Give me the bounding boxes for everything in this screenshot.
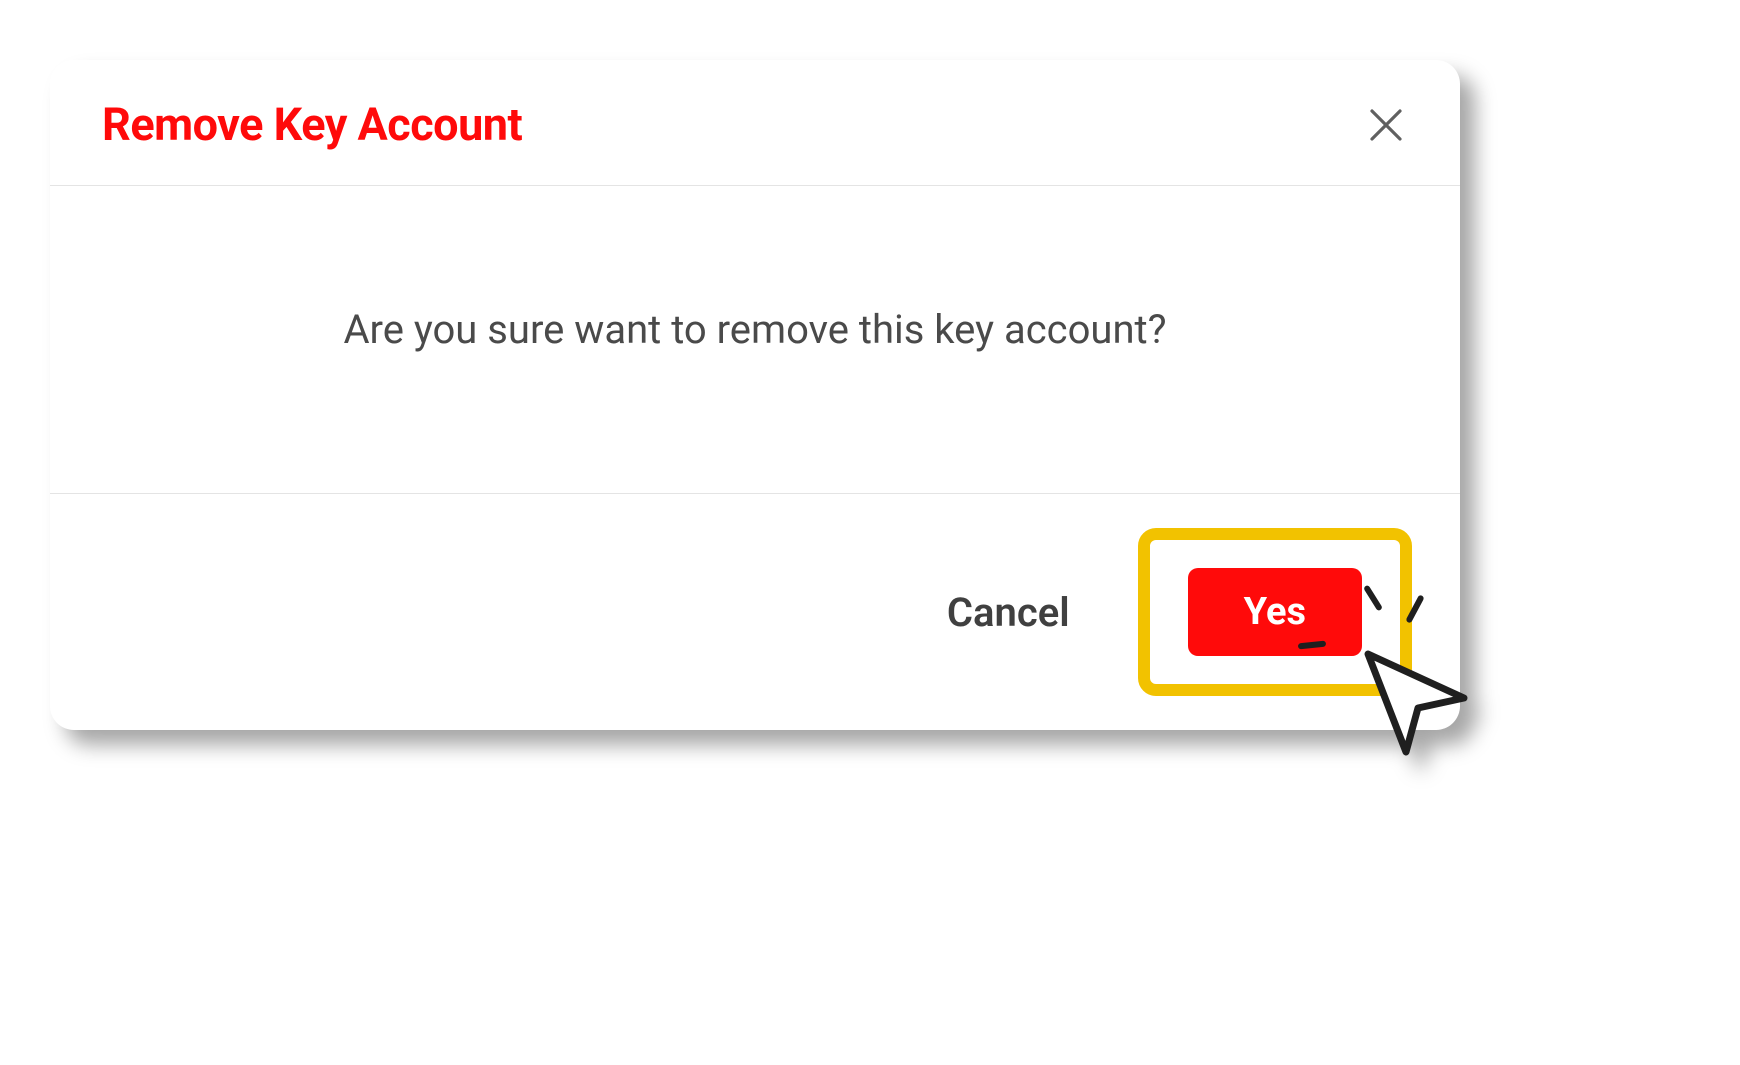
modal-body: Are you sure want to remove this key acc… xyxy=(50,186,1460,493)
yes-button[interactable]: Yes xyxy=(1188,568,1362,656)
remove-key-account-modal: Remove Key Account Are you sure want to … xyxy=(50,60,1460,730)
modal-footer: Cancel Yes xyxy=(50,493,1460,730)
close-icon xyxy=(1366,105,1406,145)
close-button[interactable] xyxy=(1360,99,1412,151)
modal-title: Remove Key Account xyxy=(102,98,522,151)
modal-message: Are you sure want to remove this key acc… xyxy=(90,306,1420,353)
modal-header: Remove Key Account xyxy=(50,60,1460,186)
cancel-button[interactable]: Cancel xyxy=(939,579,1078,646)
cursor-pointer-icon xyxy=(1356,642,1476,766)
confirm-highlight: Yes xyxy=(1138,528,1412,696)
